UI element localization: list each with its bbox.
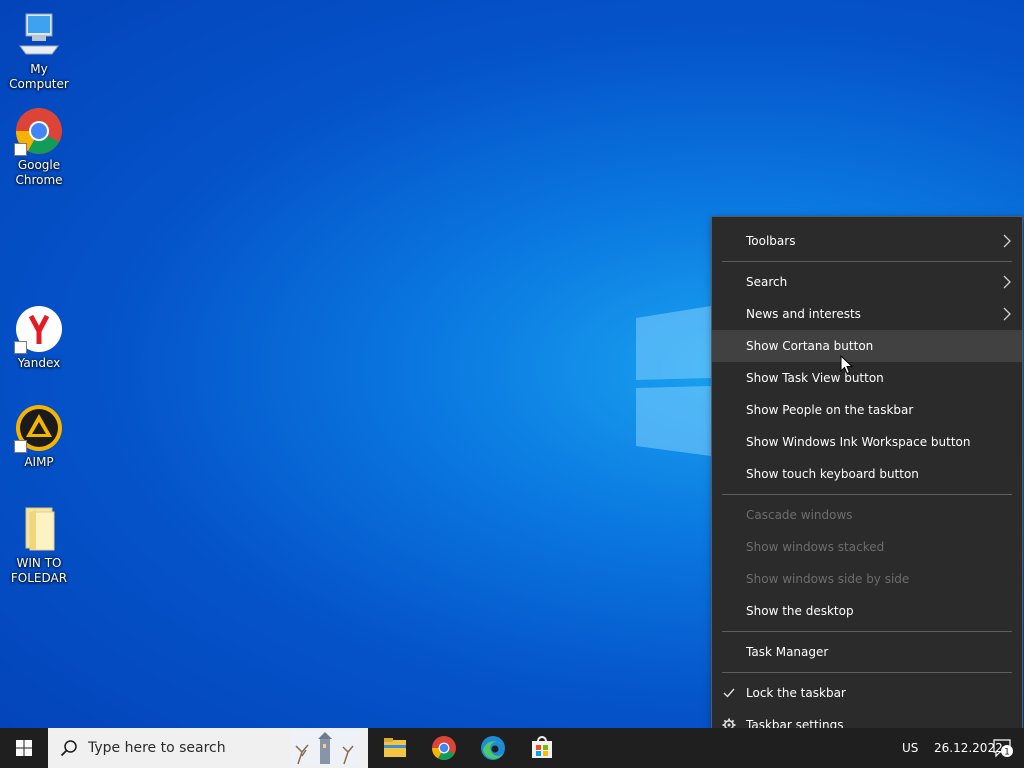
- system-tray: US 26.12.2022 1: [684, 728, 1024, 768]
- menu-item-label: Task Manager: [746, 645, 829, 659]
- desktop-icon-label: Google Chrome: [15, 158, 63, 187]
- menu-item-show-people[interactable]: Show People on the taskbar: [712, 394, 1022, 426]
- menu-item-label: Show Task View button: [746, 371, 884, 385]
- taskbar-app-chrome[interactable]: [428, 732, 460, 764]
- desktop-icon-google-chrome[interactable]: Google Chrome: [0, 106, 78, 188]
- shortcut-arrow-icon: [14, 440, 27, 453]
- notification-count: 1: [1004, 748, 1010, 758]
- menu-item-label: Show Windows Ink Workspace button: [746, 435, 971, 449]
- taskbar-app-file-explorer[interactable]: [379, 732, 411, 764]
- notification-center-icon[interactable]: 1: [992, 738, 1014, 758]
- menu-item-news-and-interests[interactable]: News and interests: [712, 298, 1022, 330]
- menu-item-label: Cascade windows: [746, 508, 853, 522]
- taskbar: US 26.12.2022 1: [0, 728, 1024, 768]
- menu-separator: [722, 261, 1012, 262]
- store-icon: [532, 736, 552, 758]
- desktop-icon-label: WIN TO FOLEDAR: [10, 556, 68, 585]
- taskbar-app-edge[interactable]: [477, 732, 509, 764]
- menu-item-label: Search: [746, 275, 788, 289]
- chevron-right-icon: [1003, 234, 1011, 248]
- menu-item-label: News and interests: [746, 307, 861, 321]
- desktop-icon-label: My Computer: [9, 62, 69, 91]
- desktop-icon-win-to-foledar[interactable]: WIN TO FOLEDAR: [0, 504, 78, 586]
- menu-item-label: Toolbars: [746, 234, 796, 248]
- taskbar-search-box[interactable]: [48, 728, 368, 768]
- menu-item-task-manager[interactable]: Task Manager: [712, 636, 1022, 668]
- checkmark-icon: [723, 688, 735, 698]
- shortcut-arrow-icon: [14, 143, 27, 156]
- input-language-indicator[interactable]: US: [902, 741, 918, 755]
- windows-logo-icon: [16, 740, 32, 756]
- menu-item-show-touch-keyboard[interactable]: Show touch keyboard button: [712, 458, 1022, 490]
- menu-item-toolbars[interactable]: Toolbars: [712, 225, 1022, 257]
- edge-icon: [481, 736, 505, 760]
- menu-item-search[interactable]: Search: [712, 266, 1022, 298]
- menu-item-show-cortana-button[interactable]: Show Cortana button: [712, 330, 1022, 362]
- search-highlight-illustration: [290, 730, 360, 766]
- menu-item-label: Show windows stacked: [746, 540, 885, 554]
- menu-separator: [722, 631, 1012, 632]
- menu-item-show-windows-ink[interactable]: Show Windows Ink Workspace button: [712, 426, 1022, 458]
- menu-item-label: Show the desktop: [746, 604, 854, 618]
- desktop-icon-aimp[interactable]: AIMP: [0, 403, 78, 470]
- menu-item-label: Show touch keyboard button: [746, 467, 919, 481]
- menu-item-cascade-windows: Cascade windows: [712, 499, 1022, 531]
- folder-icon: [25, 507, 55, 551]
- desktop-icon-label: AIMP: [24, 455, 54, 469]
- menu-separator: [722, 494, 1012, 495]
- desktop-icon-label: Yandex: [17, 356, 61, 370]
- desktop-icon-yandex[interactable]: Yandex: [0, 304, 78, 371]
- menu-item-show-task-view-button[interactable]: Show Task View button: [712, 362, 1022, 394]
- taskbar-app-store[interactable]: [526, 732, 558, 764]
- start-button[interactable]: [0, 728, 48, 768]
- shortcut-arrow-icon: [14, 341, 27, 354]
- desktop-icon-my-computer[interactable]: My Computer: [0, 10, 78, 92]
- file-explorer-icon: [384, 738, 406, 757]
- menu-item-show-windows-stacked: Show windows stacked: [712, 531, 1022, 563]
- chrome-icon: [432, 736, 456, 761]
- mouse-cursor-icon: [840, 355, 854, 375]
- menu-separator: [722, 672, 1012, 673]
- menu-item-label: Lock the taskbar: [746, 686, 846, 700]
- menu-item-label: Show Cortana button: [746, 339, 874, 353]
- computer-icon: [19, 13, 59, 55]
- taskbar-context-menu: Toolbars Search News and interests Show …: [711, 216, 1023, 749]
- menu-item-label: Show People on the taskbar: [746, 403, 914, 417]
- chevron-right-icon: [1003, 275, 1011, 289]
- menu-item-show-the-desktop[interactable]: Show the desktop: [712, 595, 1022, 627]
- search-icon: [60, 740, 77, 757]
- search-input[interactable]: [88, 738, 288, 758]
- menu-item-show-windows-side-by-side: Show windows side by side: [712, 563, 1022, 595]
- chevron-right-icon: [1003, 307, 1011, 321]
- menu-item-lock-the-taskbar[interactable]: Lock the taskbar: [712, 677, 1022, 709]
- menu-item-label: Show windows side by side: [746, 572, 910, 586]
